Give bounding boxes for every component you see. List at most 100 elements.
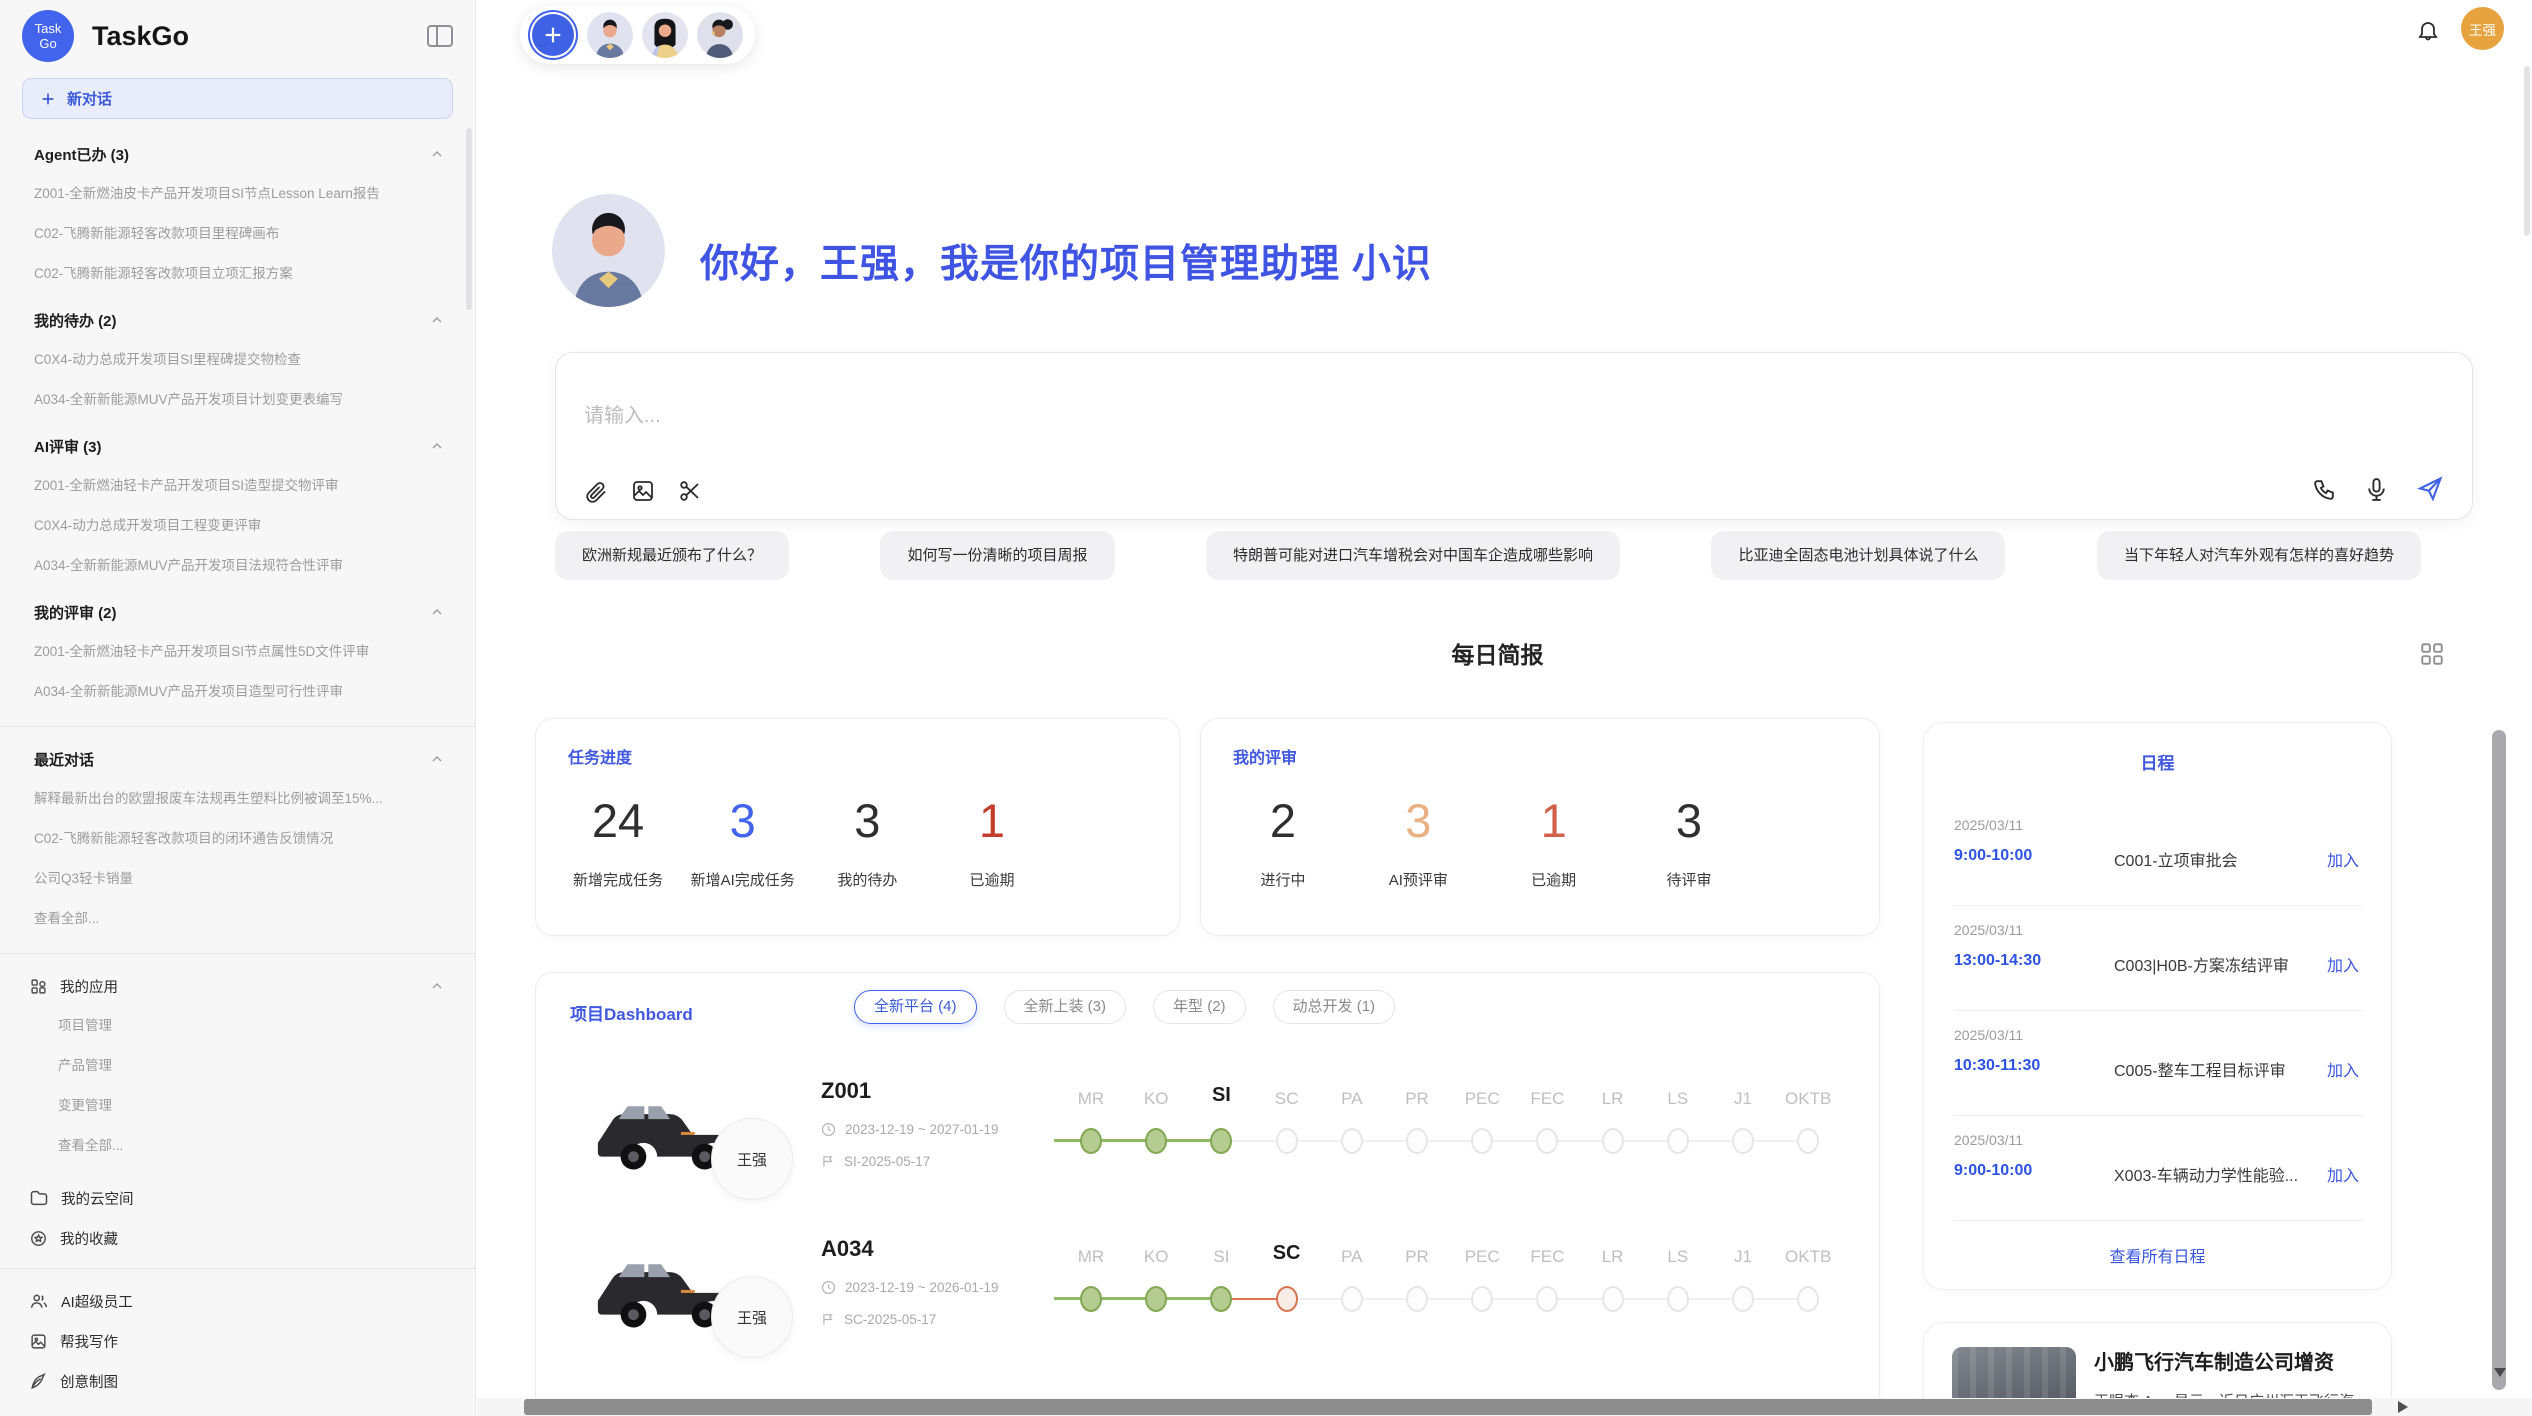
add-agent-button[interactable] (532, 14, 574, 56)
sidebar-section: 我的评审 (2)Z001-全新燃油轻卡产品开发项目SI节点属性5D文件评审A03… (0, 592, 475, 712)
my-apps-subitem[interactable]: 项目管理 (0, 1006, 475, 1046)
sidebar-item[interactable]: 解释最新出台的欧盟报废车法规再生塑料比例被调至15%... (0, 779, 475, 819)
suggestion-chip[interactable]: 特朗普可能对进口汽车增税会对中国车企造成哪些影响 (1206, 531, 1620, 580)
flag-icon (821, 1312, 835, 1327)
view-all-link[interactable]: 查看全部... (0, 899, 475, 939)
join-link[interactable]: 加入 (2327, 1162, 2359, 1186)
horizontal-scrollbar-thumb[interactable] (524, 1399, 2372, 1415)
milestone-dot (1276, 1286, 1298, 1312)
agent-avatar[interactable] (697, 12, 743, 58)
join-link[interactable]: 加入 (2327, 847, 2359, 871)
notifications-button[interactable] (2416, 18, 2440, 42)
sidebar-section-header[interactable]: AI评审 (3) (0, 426, 475, 466)
sidebar-item-help-me-write[interactable]: 帮我写作 (0, 1321, 475, 1361)
milestone-label: OKTB (1773, 1089, 1843, 1109)
sidebar-section-title: 我的待办 (2) (34, 310, 117, 331)
sidebar-item[interactable]: C02-飞腾新能源轻客改款项目立项汇报方案 (0, 254, 475, 294)
sidebar-item[interactable]: Z001-全新燃油皮卡产品开发项目SI节点Lesson Learn报告 (0, 174, 475, 214)
my-apps-subitem[interactable]: 变更管理 (0, 1086, 475, 1126)
suggestion-chip[interactable]: 当下年轻人对汽车外观有怎样的喜好趋势 (2097, 531, 2421, 580)
attachment-button[interactable] (584, 479, 608, 503)
dashboard-tab[interactable]: 全新上装 (3) (1004, 990, 1127, 1024)
news-title: 小鹏飞行汽车制造公司增资 (2094, 1349, 2373, 1377)
sidebar-item-my-apps[interactable]: 我的应用 (0, 966, 475, 1006)
scroll-down-button[interactable] (2494, 1368, 2506, 1377)
sidebar-item[interactable]: Z001-全新燃油轻卡产品开发项目SI节点属性5D文件评审 (0, 632, 475, 672)
stat-column: 1已逾期 (940, 795, 1044, 890)
sidebar-section-header[interactable]: 我的待办 (2) (0, 300, 475, 340)
new-chat-button[interactable]: 新对话 (22, 78, 453, 119)
my-review-card: 我的评审 2进行中3AI预评审1已逾期3待评审 (1200, 718, 1880, 936)
microphone-button[interactable] (2364, 477, 2389, 502)
milestone-dot (1797, 1128, 1819, 1154)
task-progress-card: 任务进度 24新增完成任务3新增AI完成任务3我的待办1已逾期 (535, 718, 1180, 936)
stat-value: 3 (691, 795, 795, 847)
bell-icon (2416, 18, 2440, 42)
sidebar-item[interactable]: A034-全新新能源MUV产品开发项目法规符合性评审 (0, 546, 475, 586)
project-date-text: 2023-12-19 ~ 2027-01-19 (845, 1122, 999, 1137)
sidebar-item[interactable]: C02-飞腾新能源轻客改款项目里程碑画布 (0, 214, 475, 254)
project-row[interactable]: 王强 Z001 2023-12-19 ~ 2027-01-19 SI-2025-… (536, 1058, 1880, 1216)
milestone-label: SI (1186, 1084, 1256, 1107)
sidebar-section-header[interactable]: Agent已办 (3) (0, 134, 475, 174)
briefing-layout-button[interactable] (2419, 641, 2445, 667)
sidebar-item-ai-super-employee[interactable]: AI超级员工 (0, 1281, 475, 1321)
dashboard-tab[interactable]: 年型 (2) (1153, 990, 1246, 1024)
my-apps-subitem[interactable]: 产品管理 (0, 1046, 475, 1086)
stat-label: 已逾期 (1502, 869, 1606, 890)
milestone-label: KO (1121, 1089, 1191, 1109)
sidebar-collapse-button[interactable] (427, 25, 453, 47)
sidebar-section-header[interactable]: 我的评审 (2) (0, 592, 475, 632)
chevron-up-icon (429, 604, 445, 620)
milestone-dot (1276, 1128, 1298, 1154)
sidebar-item[interactable]: A034-全新新能源MUV产品开发项目造型可行性评审 (0, 672, 475, 712)
sidebar-item-cloud-space[interactable]: 我的云空间 (0, 1178, 475, 1218)
task-progress-stats: 24新增完成任务3新增AI完成任务3我的待办1已逾期 (566, 795, 1044, 890)
star-badge-icon (30, 1230, 47, 1247)
sidebar-header: Task Go TaskGo (0, 0, 475, 62)
join-link[interactable]: 加入 (2327, 952, 2359, 976)
stat-column: 3AI预评审 (1366, 795, 1470, 890)
stat-label: 我的待办 (815, 869, 919, 890)
milestone-dot (1732, 1286, 1754, 1312)
dashboard-tab[interactable]: 动总开发 (1) (1273, 990, 1396, 1024)
composer-left-tools (584, 479, 702, 503)
sidebar-item[interactable]: A034-全新新能源MUV产品开发项目计划变更表编写 (0, 380, 475, 420)
send-button[interactable] (2416, 475, 2444, 503)
sidebar-item[interactable]: 公司Q3轻卡销量 (0, 859, 475, 899)
dashboard-tabs: 全新平台 (4) 全新上装 (3) 年型 (2) 动总开发 (1) (854, 990, 1395, 1024)
voice-call-button[interactable] (2312, 477, 2337, 502)
page-scrollbar[interactable] (2524, 66, 2530, 236)
dashboard-tab[interactable]: 全新平台 (4) (854, 990, 977, 1024)
app-logo-text-top: Task (35, 21, 62, 36)
sidebar-item-favorites[interactable]: 我的收藏 (0, 1218, 475, 1258)
sidebar-item[interactable]: C02-飞腾新能源轻客改款项目的闭环通告反馈情况 (0, 819, 475, 859)
user-avatar[interactable]: 王强 (2461, 7, 2504, 50)
suggestion-chip[interactable]: 欧洲新规最近颁布了什么？ (555, 531, 789, 580)
my-review-stats: 2进行中3AI预评审1已逾期3待评审 (1231, 795, 1741, 890)
message-input[interactable] (584, 399, 2184, 453)
scroll-right-button[interactable] (2398, 1401, 2408, 1413)
view-all-schedule-link[interactable]: 查看所有日程 (1924, 1243, 2391, 1267)
screenshot-button[interactable] (678, 479, 702, 503)
image-upload-button[interactable] (631, 479, 655, 503)
agent-avatar[interactable] (587, 12, 633, 58)
schedule-date: 2025/03/11 (1954, 1027, 2023, 1043)
sidebar-item[interactable]: Z001-全新燃油轻卡产品开发项目SI造型提交物评审 (0, 466, 475, 506)
milestone-label: PA (1317, 1089, 1387, 1109)
milestone-label: KO (1121, 1247, 1191, 1267)
agent-avatar[interactable] (642, 12, 688, 58)
stat-column: 1已逾期 (1502, 795, 1606, 890)
sidebar-section-header[interactable]: 最近对话 (0, 739, 475, 779)
right-panel-scrollbar[interactable] (2492, 730, 2506, 1390)
project-row[interactable]: 王强 A034 2023-12-19 ~ 2026-01-19 SC-2025-… (536, 1216, 1880, 1374)
suggestion-chip[interactable]: 比亚迪全固态电池计划具体说了什么 (1711, 531, 2005, 580)
sidebar-scrollbar[interactable] (466, 128, 472, 310)
sidebar-item[interactable]: C0X4-动力总成开发项目SI里程碑提交物检查 (0, 340, 475, 380)
sidebar-item[interactable]: C0X4-动力总成开发项目工程变更评审 (0, 506, 475, 546)
join-link[interactable]: 加入 (2327, 1057, 2359, 1081)
suggestion-chip[interactable]: 如何写一份清晰的项目周报 (880, 531, 1114, 580)
milestone-dot (1667, 1128, 1689, 1154)
sidebar-item-creative-drawing[interactable]: 创意制图 (0, 1361, 475, 1401)
my-apps-subitem[interactable]: 查看全部... (0, 1126, 475, 1166)
